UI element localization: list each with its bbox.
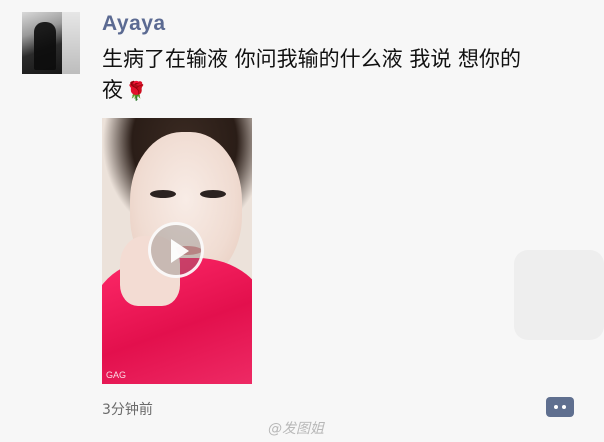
video-watermark: GAG (106, 370, 127, 380)
play-icon[interactable] (148, 222, 204, 278)
username[interactable]: Ayaya (102, 12, 166, 36)
avatar[interactable] (22, 12, 80, 74)
comment-icon[interactable] (546, 397, 574, 417)
comment-dot (562, 405, 566, 409)
video-eye-left (150, 190, 176, 198)
avatar-figure (34, 22, 56, 70)
post-text-line1: 生病了在输液 你问我输的什么液 我说 想你的 (102, 47, 522, 71)
video-eye-right (200, 190, 226, 198)
rose-emoji: 🌹 (125, 81, 148, 102)
post-text-line2: 夜 (102, 78, 123, 102)
overlay-card (514, 250, 604, 340)
video-thumbnail[interactable]: GAG (102, 118, 252, 384)
post-text: 生病了在输液 你问我输的什么液 我说 想你的 夜 🌹 (102, 44, 572, 107)
comment-dot (554, 405, 558, 409)
source-watermark: @发图姐 (268, 421, 324, 437)
post-timestamp: 3分钟前 (102, 402, 153, 418)
avatar-background (62, 12, 80, 74)
